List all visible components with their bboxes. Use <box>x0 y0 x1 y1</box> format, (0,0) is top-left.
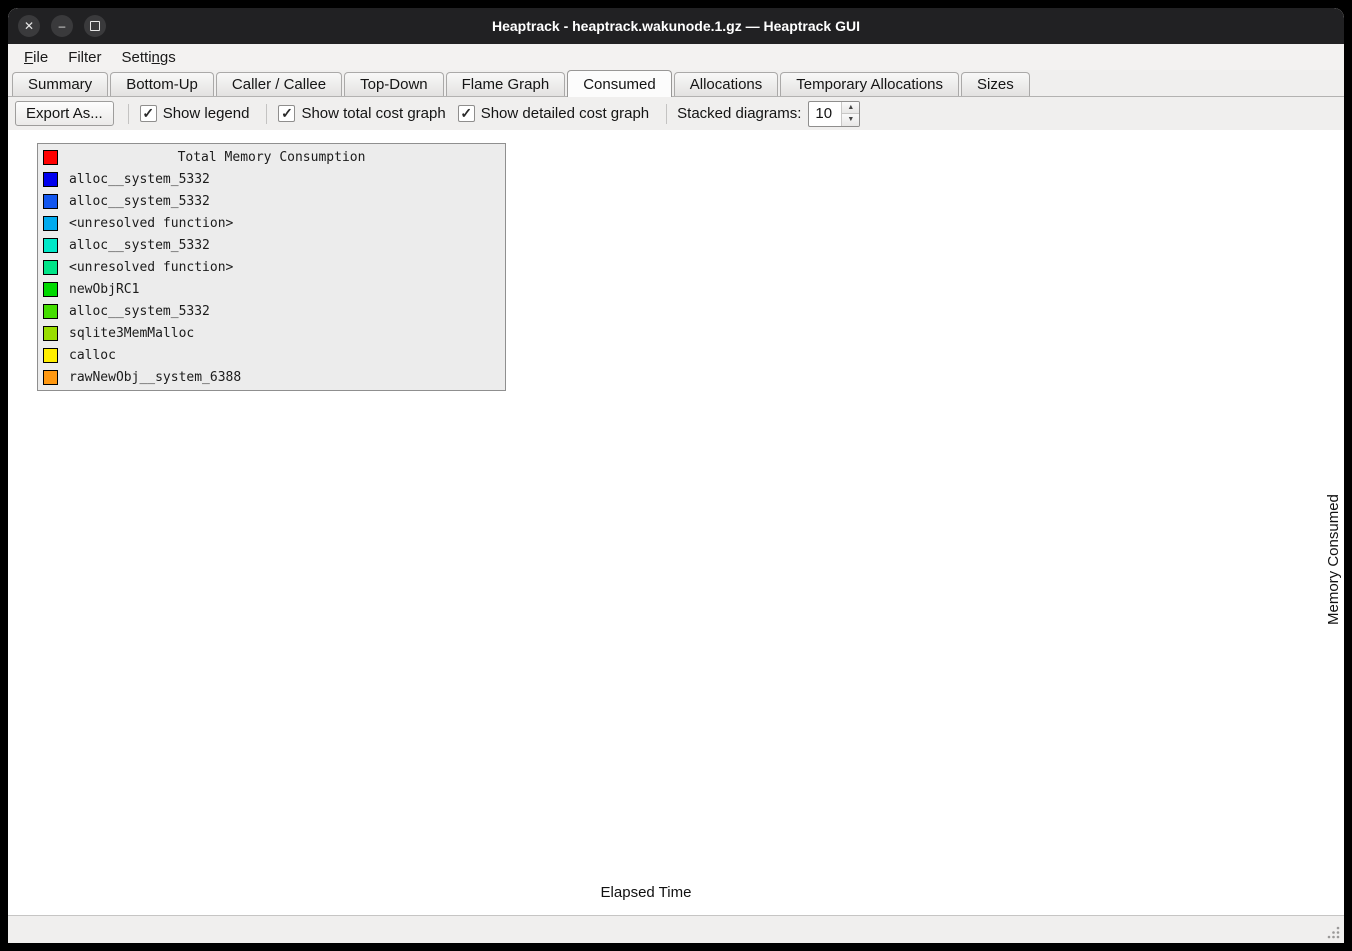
window-controls: ✕ – <box>18 15 106 37</box>
checkbox-label: Show legend <box>163 105 250 122</box>
titlebar: ✕ – Heaptrack - heaptrack.wakunode.1.gz … <box>8 8 1344 44</box>
tab-top-down[interactable]: Top-Down <box>344 72 444 96</box>
legend-entry: sqlite3MemMalloc <box>38 322 505 344</box>
checkbox-box[interactable]: ✓ <box>278 105 295 122</box>
legend-label: <unresolved function> <box>69 216 233 231</box>
toolbar-separator <box>266 104 267 124</box>
legend-entry: <unresolved function> <box>38 256 505 278</box>
spinbox-arrows: ▲ ▼ <box>841 102 859 126</box>
export-as-button[interactable]: Export As... <box>15 101 114 126</box>
legend-swatch <box>43 282 58 297</box>
legend-swatch <box>43 260 58 275</box>
legend-label: alloc__system_5332 <box>69 238 210 253</box>
stacked-diagrams-label: Stacked diagrams: <box>677 105 801 122</box>
checkbox-box[interactable]: ✓ <box>140 105 157 122</box>
legend-swatch-total <box>43 150 58 165</box>
legend-swatch <box>43 216 58 231</box>
legend-entry: <unresolved function> <box>38 212 505 234</box>
chart-legend: Total Memory Consumption alloc__system_53… <box>37 143 506 391</box>
legend-title-row: Total Memory Consumption <box>38 146 505 168</box>
legend-entry: rawNewObj__system_6388 <box>38 366 505 388</box>
tab-temporary-allocations[interactable]: Temporary Allocations <box>780 72 959 96</box>
toolbar-separator <box>128 104 129 124</box>
heaptrack-window: ✕ – Heaptrack - heaptrack.wakunode.1.gz … <box>8 8 1344 943</box>
legend-label: rawNewObj__system_6388 <box>69 370 241 385</box>
legend-label: calloc <box>69 348 116 363</box>
maximize-button[interactable] <box>84 15 106 37</box>
spin-down-button[interactable]: ▼ <box>842 113 859 126</box>
legend-title: Total Memory Consumption <box>58 150 485 165</box>
legend-swatch <box>43 348 58 363</box>
legend-label: <unresolved function> <box>69 260 233 275</box>
tab-sizes[interactable]: Sizes <box>961 72 1030 96</box>
menu-bar: FileFilterSettings <box>8 44 1344 70</box>
toolbar: Export As... ✓ Show legend ✓ Show total cos… <box>8 97 1344 130</box>
menu-item-file[interactable]: File <box>14 47 58 68</box>
legend-entry: alloc__system_5332 <box>38 234 505 256</box>
checkbox-show-detailed-cost-graph[interactable]: ✓ Show detailed cost graph <box>458 105 649 122</box>
legend-label: alloc__system_5332 <box>69 172 210 187</box>
checkbox-label: Show detailed cost graph <box>481 105 649 122</box>
checkbox-show-total-cost-graph[interactable]: ✓ Show total cost graph <box>278 105 445 122</box>
legend-entry: alloc__system_5332 <box>38 190 505 212</box>
maximize-icon <box>90 21 100 31</box>
status-bar <box>8 915 1344 943</box>
legend-swatch <box>43 194 58 209</box>
legend-entry: calloc <box>38 344 505 366</box>
spin-up-button[interactable]: ▲ <box>842 102 859 114</box>
x-axis-title: Elapsed Time <box>526 884 766 901</box>
tab-summary[interactable]: Summary <box>12 72 108 96</box>
y-axis-title: Memory Consumed <box>1325 430 1342 690</box>
minimize-button[interactable]: – <box>51 15 73 37</box>
legend-label: alloc__system_5332 <box>69 304 210 319</box>
legend-label: newObjRC1 <box>69 282 139 297</box>
stacked-diagrams-value: 10 <box>809 102 841 126</box>
close-button[interactable]: ✕ <box>18 15 40 37</box>
legend-swatch <box>43 304 58 319</box>
tab-bottom-up[interactable]: Bottom-Up <box>110 72 214 96</box>
tab-allocations[interactable]: Allocations <box>674 72 779 96</box>
checkbox-label: Show total cost graph <box>301 105 445 122</box>
legend-swatch <box>43 172 58 187</box>
tab-bar: SummaryBottom-UpCaller / CalleeTop-DownF… <box>8 70 1344 97</box>
window-title: Heaptrack - heaptrack.wakunode.1.gz — He… <box>128 8 1224 44</box>
tab-consumed[interactable]: Consumed <box>567 70 672 97</box>
legend-entry: alloc__system_5332 <box>38 168 505 190</box>
stacked-diagrams-spinbox[interactable]: 10 ▲ ▼ <box>808 101 860 127</box>
consumed-chart[interactable]: Total Memory Consumption alloc__system_53… <box>8 130 1344 915</box>
legend-entry: alloc__system_5332 <box>38 300 505 322</box>
menu-item-filter[interactable]: Filter <box>58 47 111 68</box>
tab-caller-callee[interactable]: Caller / Callee <box>216 72 342 96</box>
checkbox-box[interactable]: ✓ <box>458 105 475 122</box>
legend-label: alloc__system_5332 <box>69 194 210 209</box>
checkbox-show-legend[interactable]: ✓ Show legend <box>140 105 250 122</box>
tab-flame-graph[interactable]: Flame Graph <box>446 72 566 96</box>
legend-swatch <box>43 370 58 385</box>
legend-swatch <box>43 238 58 253</box>
toolbar-separator <box>666 104 667 124</box>
legend-swatch <box>43 326 58 341</box>
legend-entry: newObjRC1 <box>38 278 505 300</box>
menu-item-settings[interactable]: Settings <box>112 47 186 68</box>
resize-grip-icon[interactable] <box>1326 925 1341 940</box>
legend-label: sqlite3MemMalloc <box>69 326 194 341</box>
